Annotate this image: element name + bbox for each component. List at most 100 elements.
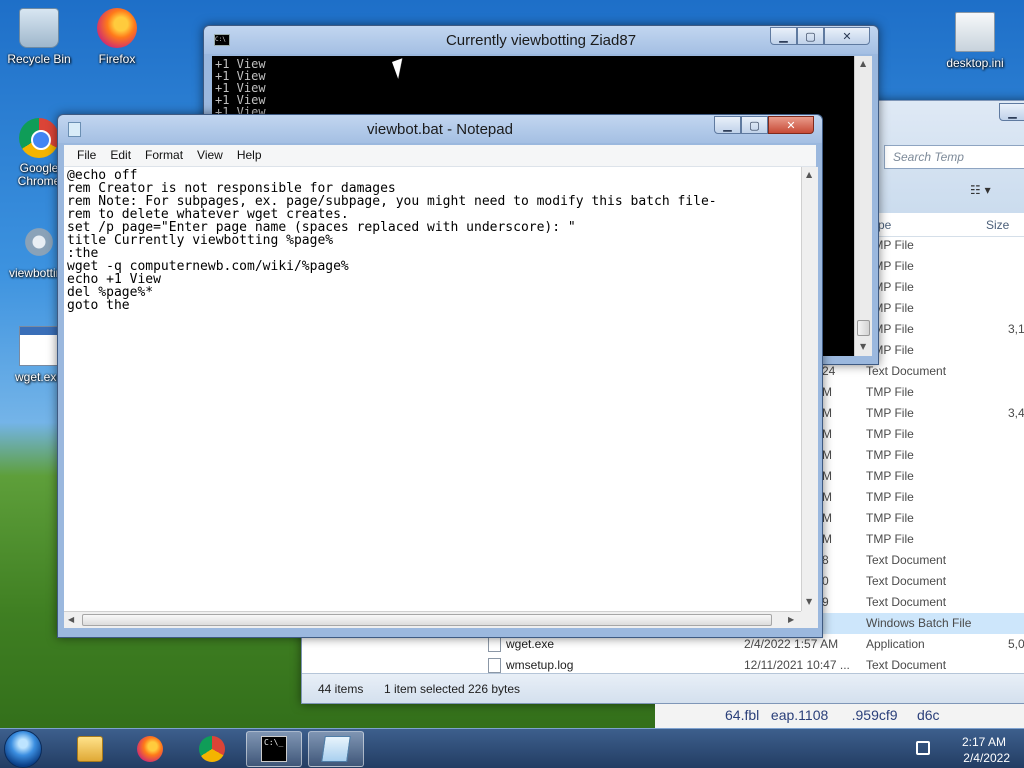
cmd-minimize-button[interactable]: ▁: [770, 27, 797, 45]
file-date: 2/4/2022 1:57 AM: [744, 637, 839, 651]
recycle-bin-icon: [19, 8, 59, 48]
notepad-maximize-button[interactable]: ▢: [741, 116, 768, 134]
network-icon[interactable]: [916, 741, 930, 755]
clock-time[interactable]: 2:17 AM: [962, 735, 1006, 749]
menu-edit[interactable]: Edit: [103, 145, 138, 166]
file-type: TMP File: [866, 532, 914, 546]
taskbar-chrome[interactable]: [184, 731, 240, 767]
firefox-icon: [97, 8, 137, 48]
scroll-up-icon[interactable]: ▲: [860, 59, 866, 68]
desktop-icon-desktop-ini[interactable]: desktop.ini: [940, 12, 1010, 70]
notepad-minimize-button[interactable]: ▁: [714, 116, 741, 134]
file-type: Text Document: [866, 364, 947, 378]
file-type: TMP File: [866, 511, 914, 525]
file-icon: [488, 637, 501, 652]
taskbar-cmd[interactable]: C:\_: [246, 731, 302, 767]
taskbar-explorer[interactable]: [62, 731, 118, 767]
view-options-button[interactable]: ☷ ▾: [970, 183, 991, 197]
menu-view[interactable]: View: [190, 145, 230, 166]
menu-bar: File Edit Format View Help: [64, 145, 816, 167]
system-tray[interactable]: 2:17 AM 2/4/2022: [912, 731, 1024, 767]
desktop-icon-firefox[interactable]: Firefox: [82, 8, 152, 66]
search-input[interactable]: Search Temp: [884, 145, 1024, 169]
close-icon: ✕: [842, 29, 852, 43]
minimize-icon: ▁: [779, 29, 788, 43]
scroll-down-icon[interactable]: ▼: [860, 342, 866, 351]
cmd-icon: C:\_: [261, 736, 287, 762]
size-grip[interactable]: [801, 611, 818, 628]
scroll-thumb[interactable]: [857, 320, 870, 336]
file-type: Text Document: [866, 553, 947, 567]
console-line: +1 View: [215, 81, 266, 95]
file-size: 3,4: [1008, 406, 1024, 420]
editor-vertical-scrollbar[interactable]: ▲ ▼: [801, 167, 818, 611]
console-line: +1 View: [215, 57, 266, 71]
file-type: TMP File: [866, 469, 914, 483]
start-button[interactable]: [4, 730, 42, 768]
file-type: TMP File: [866, 448, 914, 462]
file-name: wmsetup.log: [506, 658, 574, 672]
file-date: 0: [822, 574, 829, 588]
file-type: TMP File: [866, 385, 914, 399]
ini-file-icon: [955, 12, 995, 52]
file-type: TMP File: [866, 427, 914, 441]
file-date: M: [822, 448, 832, 462]
chrome-icon: [19, 118, 59, 158]
status-selected: 1 item selected: [384, 682, 465, 696]
minimize-icon: ▁: [723, 118, 732, 132]
console-scrollbar[interactable]: ▲ ▼: [854, 56, 872, 356]
menu-file[interactable]: File: [70, 145, 103, 166]
taskbar: C:\_ 2:17 AM 2/4/2022: [0, 728, 1024, 768]
file-date: M: [822, 385, 832, 399]
editor-horizontal-scrollbar[interactable]: ◀ ▶: [64, 611, 801, 628]
console-line: +1 View: [215, 69, 266, 83]
file-size: 3,1: [1008, 322, 1024, 336]
wallpaper-text: 64.fbl eap.1108 .959cf9 d6c: [655, 704, 1024, 728]
file-date: 8: [822, 553, 829, 567]
explorer-minimize-button[interactable]: ▁: [999, 103, 1024, 121]
cmd-maximize-button[interactable]: ▢: [797, 27, 824, 45]
notepad-title: viewbot.bat - Notepad: [367, 121, 513, 138]
desktop-icon-recycle-bin[interactable]: Recycle Bin: [4, 8, 74, 66]
scroll-down-icon[interactable]: ▼: [806, 597, 812, 606]
file-date: 24: [822, 364, 836, 378]
file-type: TMP File: [866, 406, 914, 420]
desktop-icon-label: Firefox: [98, 52, 136, 66]
desktop-icon-label: desktop.ini: [946, 56, 1004, 70]
file-date: 9: [822, 595, 829, 609]
desktop-icon-label: Recycle Bin: [7, 52, 71, 66]
file-type: Text Document: [866, 595, 947, 609]
file-type: Text Document: [866, 658, 947, 672]
chrome-icon: [199, 736, 225, 762]
file-date: 12/11/2021 10:47 ...: [744, 658, 850, 672]
cmd-close-button[interactable]: ✕: [824, 27, 870, 45]
notepad-close-button[interactable]: ✕: [768, 116, 814, 134]
status-bytes: 226 bytes: [468, 682, 521, 696]
scroll-left-icon[interactable]: ◀: [68, 615, 74, 624]
taskbar-firefox[interactable]: [122, 731, 178, 767]
scroll-thumb[interactable]: [82, 614, 772, 626]
file-date: M: [822, 406, 832, 420]
clock-date[interactable]: 2/4/2022: [963, 751, 1010, 765]
file-type: Text Document: [866, 574, 947, 588]
status-bar: 44 items 1 item selected 226 bytes: [302, 673, 1024, 703]
menu-help[interactable]: Help: [230, 145, 269, 166]
taskbar-notepad[interactable]: [308, 731, 364, 767]
console-line: +1 View: [215, 93, 266, 107]
scroll-up-icon[interactable]: ▲: [806, 170, 812, 179]
column-size[interactable]: Size: [986, 218, 1009, 232]
notepad-icon: [321, 736, 351, 762]
file-type: Application: [866, 637, 925, 651]
file-icon: [488, 658, 501, 673]
file-date: M: [822, 469, 832, 483]
scroll-right-icon[interactable]: ▶: [788, 615, 794, 624]
minimize-icon: ▁: [1008, 105, 1017, 119]
file-type: Windows Batch File: [866, 616, 972, 630]
cmd-titlebar[interactable]: C:\ Currently viewbotting Ziad87 ▁ ▢ ✕: [204, 26, 878, 54]
menu-format[interactable]: Format: [138, 145, 190, 166]
maximize-icon: ▢: [805, 29, 816, 43]
notepad-window[interactable]: viewbot.bat - Notepad ▁ ▢ ✕ File Edit Fo…: [57, 114, 823, 638]
text-editor[interactable]: @echo off rem Creator is not responsible…: [64, 167, 801, 611]
notepad-titlebar[interactable]: viewbot.bat - Notepad ▁ ▢ ✕: [58, 115, 822, 143]
close-icon: ✕: [786, 118, 796, 132]
